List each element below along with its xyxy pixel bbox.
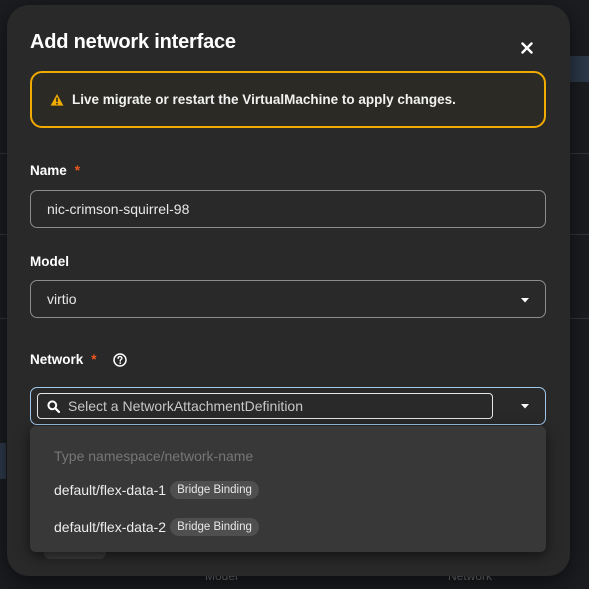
name-input-value: nic-crimson-squirrel-98: [47, 201, 190, 217]
background-button-fragment: [44, 551, 106, 559]
dropdown-option[interactable]: default/flex-data-2 Bridge Binding: [54, 518, 259, 536]
modal-title: Add network interface: [30, 31, 236, 53]
network-dropdown-menu: Type namespace/network-name default/flex…: [30, 426, 546, 552]
binding-badge: Bridge Binding: [170, 481, 259, 499]
warning-triangle-icon: [50, 93, 64, 107]
dropdown-option[interactable]: default/flex-data-1 Bridge Binding: [54, 481, 259, 499]
required-indicator: *: [74, 163, 81, 178]
alert-message: Live migrate or restart the VirtualMachi…: [72, 92, 456, 107]
dropdown-hint: Type namespace/network-name: [54, 448, 254, 464]
warning-alert: Live migrate or restart the VirtualMachi…: [30, 71, 546, 128]
caret-down-icon[interactable]: [520, 401, 530, 411]
network-label-text: Network: [30, 352, 84, 367]
option-label: default/flex-data-1: [54, 482, 167, 498]
network-search-placeholder: Select a NetworkAttachmentDefinition: [68, 398, 303, 414]
close-icon: [521, 42, 533, 54]
network-select[interactable]: Select a NetworkAttachmentDefinition: [30, 387, 546, 425]
network-label: Network *: [30, 352, 127, 367]
search-icon: [47, 399, 60, 413]
caret-down-icon: [520, 295, 530, 305]
option-label: default/flex-data-2: [54, 519, 167, 535]
name-label: Name *: [30, 163, 80, 178]
help-circle-icon[interactable]: [112, 352, 127, 367]
add-network-interface-modal: Add network interface Live migrate or re…: [7, 5, 570, 576]
close-button[interactable]: [517, 38, 537, 58]
name-input[interactable]: nic-crimson-squirrel-98: [30, 190, 546, 228]
network-search-input[interactable]: Select a NetworkAttachmentDefinition: [37, 393, 493, 419]
model-label: Model: [30, 254, 69, 269]
name-label-text: Name: [30, 163, 67, 178]
model-select[interactable]: virtio: [30, 280, 546, 318]
required-indicator: *: [91, 352, 97, 367]
binding-badge: Bridge Binding: [170, 518, 259, 536]
model-label-text: Model: [30, 254, 69, 269]
model-select-value: virtio: [47, 291, 77, 307]
background-chip: [0, 443, 6, 479]
